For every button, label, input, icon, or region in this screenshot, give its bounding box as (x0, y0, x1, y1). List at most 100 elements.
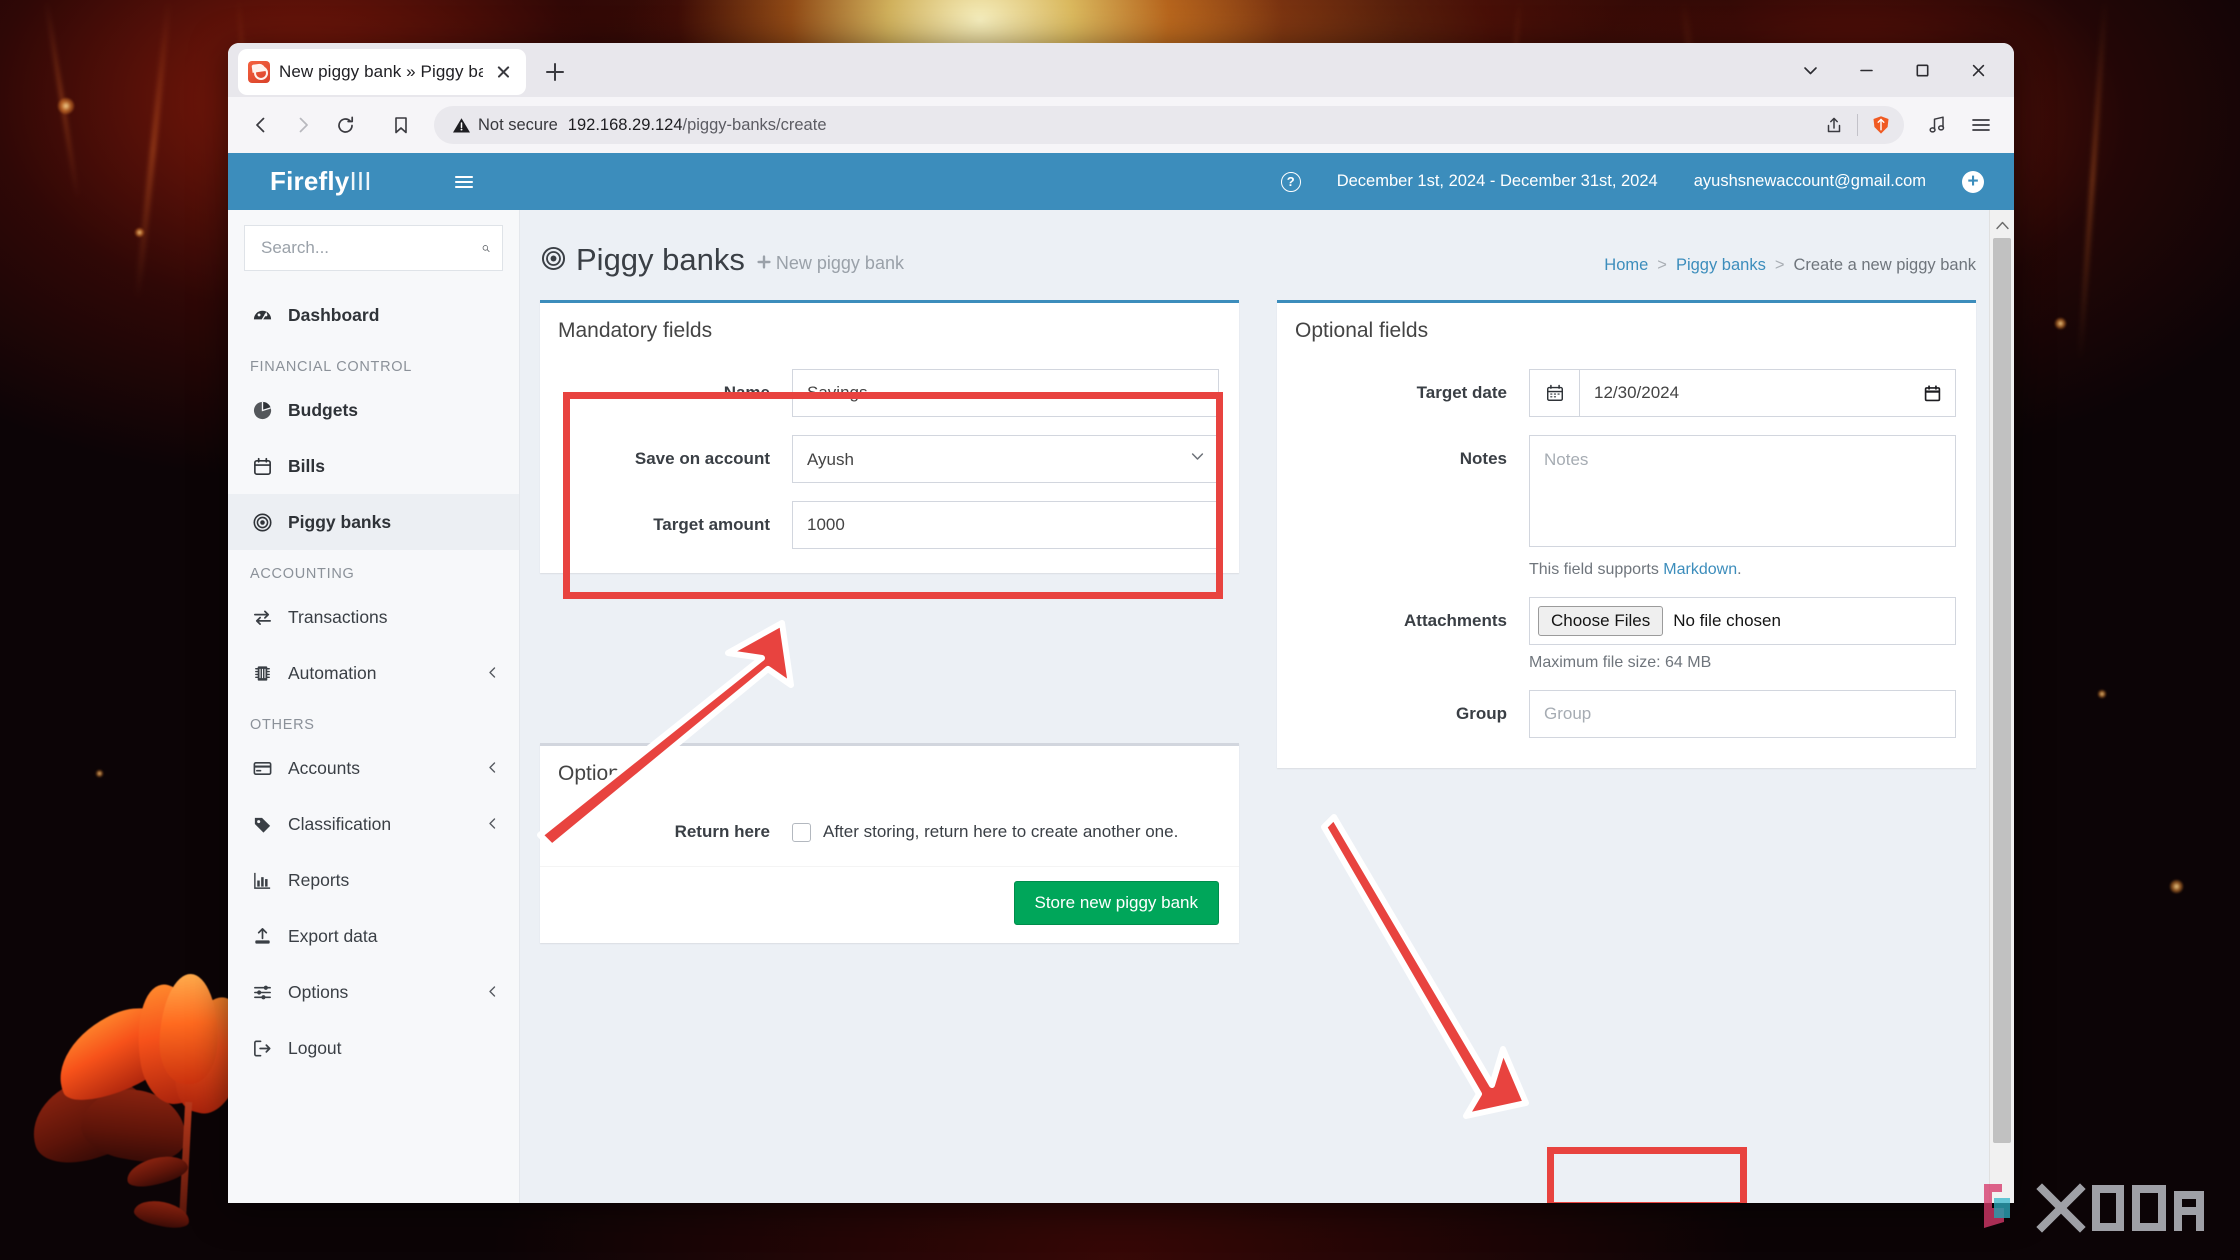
markdown-link[interactable]: Markdown (1663, 561, 1737, 578)
breadcrumb-current: Create a new piggy bank (1793, 256, 1976, 275)
field-row-account: Save on account Ayush (560, 435, 1219, 483)
chevron-left-icon (486, 663, 499, 684)
sidebar-item-transactions[interactable]: Transactions (228, 589, 519, 645)
address-bar-actions (1817, 108, 1898, 142)
target-date-value[interactable]: 12/30/2024 (1580, 383, 1909, 403)
chevron-left-icon (486, 758, 499, 779)
sidebar-item-piggy-banks[interactable]: Piggy banks (228, 494, 519, 550)
page-subtitle: New piggy bank (757, 253, 904, 274)
target-amount-input[interactable] (792, 501, 1219, 549)
field-row-notes: Notes This field supports Markdown. (1297, 435, 1956, 579)
search-icon[interactable] (482, 239, 490, 258)
options-panel: Options Return here After storing, (540, 743, 1239, 943)
app-brand[interactable]: FireflyIII (228, 153, 436, 210)
divider (1857, 114, 1858, 136)
notes-textarea[interactable] (1529, 435, 1956, 547)
submit-button-highlight (1547, 1147, 1747, 1203)
right-column: Optional fields Target date (1277, 300, 1976, 768)
target-date-field[interactable]: 12/30/2024 (1529, 369, 1956, 417)
close-icon[interactable] (1950, 43, 2006, 97)
brave-shield-icon[interactable] (1864, 108, 1898, 142)
attachments-file-input[interactable]: Choose Files No file chosen (1529, 597, 1956, 645)
reload-icon[interactable] (326, 106, 364, 144)
choose-files-button[interactable]: Choose Files (1538, 606, 1663, 636)
scrollbar-thumb[interactable] (1993, 238, 2011, 1143)
sidebar-item-label: Budgets (288, 400, 499, 421)
date-picker-icon[interactable] (1909, 384, 1955, 403)
sidebar-item-logout[interactable]: Logout (228, 1020, 519, 1076)
breadcrumb-separator: > (1657, 256, 1667, 275)
security-status[interactable]: Not secure (452, 116, 558, 135)
sidebar-item-export-data[interactable]: Export data (228, 908, 519, 964)
page-scrollbar[interactable] (1989, 210, 2014, 1203)
sidebar-item-budgets[interactable]: Budgets (228, 382, 519, 438)
store-new-piggy-bank-button[interactable]: Store new piggy bank (1014, 881, 1220, 925)
return-here-checkbox[interactable] (792, 823, 811, 842)
sidebar-item-options[interactable]: Options (228, 964, 519, 1020)
sidebar-item-classification[interactable]: Classification (228, 796, 519, 852)
search-box[interactable] (244, 225, 503, 271)
bookmark-icon[interactable] (382, 106, 420, 144)
scroll-up-arrow-icon[interactable] (1990, 210, 2014, 235)
minimize-icon[interactable] (1838, 43, 1894, 97)
browser-tab[interactable]: New piggy bank » Piggy banks (238, 49, 526, 95)
sliders-icon (250, 982, 274, 1003)
notes-help-prefix: This field supports (1529, 561, 1663, 578)
user-menu[interactable]: ayushsnewaccount@gmail.com (1676, 153, 1944, 210)
sidebar-item-label: Reports (288, 870, 499, 891)
panel-header: Mandatory fields (540, 303, 1239, 357)
breadcrumb: Home > Piggy banks > Create a new piggy … (1604, 256, 1976, 275)
sidebar-toggle-hamburger-icon[interactable] (436, 153, 492, 210)
panel-header: Optional fields (1277, 303, 1976, 357)
question-mark-icon: ? (1281, 172, 1301, 192)
group-input[interactable] (1529, 690, 1956, 738)
panel-body: Name Save on account (540, 357, 1239, 573)
address-bar[interactable]: Not secure 192.168.29.124/piggy-banks/cr… (434, 106, 1904, 144)
sidebar-item-label: Options (288, 982, 472, 1003)
hamburger-menu-icon[interactable] (1962, 106, 2000, 144)
add-button[interactable]: + (1944, 153, 2002, 210)
forward-arrow-icon[interactable] (284, 106, 322, 144)
maximize-icon[interactable] (1894, 43, 1950, 97)
breadcrumb-home[interactable]: Home (1604, 256, 1648, 275)
app-header: FireflyIII ? December 1st, 2024 - Decemb… (228, 153, 2014, 210)
sidebar-item-label: Bills (288, 456, 499, 477)
sidebar-item-dashboard[interactable]: Dashboard (228, 287, 519, 343)
form-columns: Mandatory fields Name (540, 300, 1976, 943)
back-arrow-icon[interactable] (242, 106, 280, 144)
sidebar-item-reports[interactable]: Reports (228, 852, 519, 908)
new-tab-button[interactable] (542, 59, 568, 85)
field-row-target-date: Target date 12/30/2024 (1297, 369, 1956, 417)
share-icon[interactable] (1817, 108, 1851, 142)
sidebar-item-label: Logout (288, 1038, 499, 1059)
url-path: /piggy-banks/create (683, 116, 827, 134)
xda-watermark (1980, 1178, 2206, 1238)
plus-circle-icon: + (1962, 171, 1984, 193)
save-on-account-select[interactable]: Ayush (792, 435, 1219, 483)
tags-icon (250, 814, 274, 835)
sidebar-item-label: Piggy banks (288, 512, 499, 533)
breadcrumb-piggy-banks[interactable]: Piggy banks (1676, 256, 1766, 275)
upload-icon (250, 926, 274, 947)
target-icon (250, 512, 274, 533)
tab-close-icon[interactable] (492, 60, 516, 84)
target-amount-label: Target amount (560, 501, 792, 549)
optional-fields-title: Optional fields (1295, 319, 1958, 343)
breadcrumb-separator: > (1775, 256, 1785, 275)
options-title: Options (558, 762, 1221, 786)
help-button[interactable]: ? (1263, 153, 1319, 210)
sidebar-item-automation[interactable]: Automation (228, 645, 519, 701)
name-input[interactable] (792, 369, 1219, 417)
search-input[interactable] (261, 238, 482, 258)
tab-search-chevron-down-icon[interactable] (1782, 43, 1838, 97)
app-body: Dashboard FINANCIAL CONTROL Budgets Bill… (228, 210, 2014, 1203)
sidebar-item-bills[interactable]: Bills (228, 438, 519, 494)
music-note-icon[interactable] (1918, 106, 1956, 144)
url-host: 192.168.29.124 (568, 116, 683, 134)
firefly-favicon-icon (248, 61, 270, 83)
tab-title: New piggy bank » Piggy banks (279, 62, 483, 82)
sidebar-item-accounts[interactable]: Accounts (228, 740, 519, 796)
brand-light: III (349, 166, 371, 197)
chevron-left-icon (486, 814, 499, 835)
date-range-selector[interactable]: December 1st, 2024 - December 31st, 2024 (1319, 153, 1676, 210)
